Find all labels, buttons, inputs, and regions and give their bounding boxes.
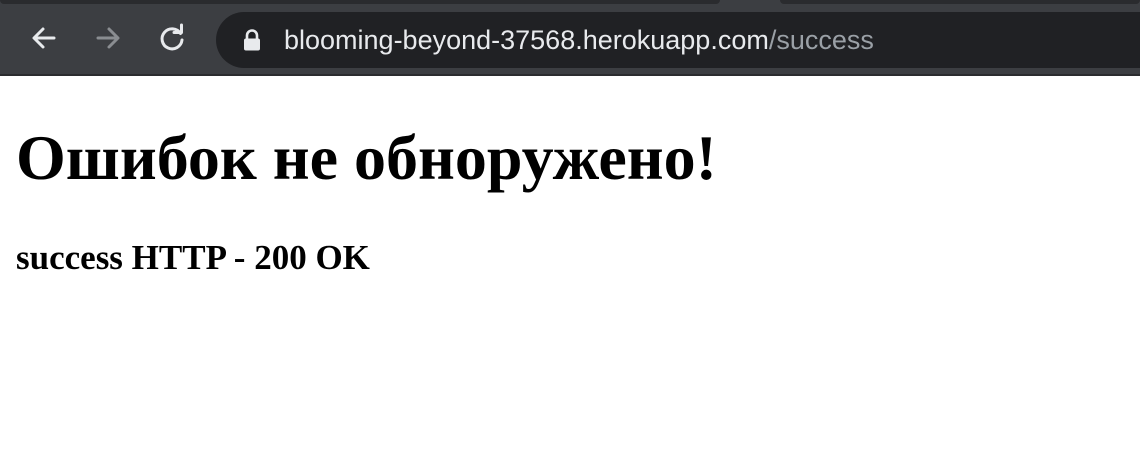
status-text: success HTTP - 200 OK [16, 238, 370, 277]
tab-strip-edge-right [780, 0, 1140, 4]
browser-toolbar: blooming-beyond-37568.herokuapp.com/succ… [0, 0, 1140, 76]
url-host: blooming-beyond-37568.herokuapp.com [284, 25, 769, 55]
reload-button[interactable] [152, 18, 192, 58]
lock-icon[interactable] [242, 29, 262, 51]
url-text[interactable]: blooming-beyond-37568.herokuapp.com/succ… [284, 12, 874, 68]
page-content: Ошибок не обноружено! success HTTP - 200… [0, 78, 1140, 450]
arrow-left-icon [32, 27, 56, 49]
arrow-right-icon [96, 27, 120, 49]
url-path: /success [768, 25, 874, 55]
address-bar[interactable]: blooming-beyond-37568.herokuapp.com/succ… [216, 12, 1140, 68]
tab-strip-edge [0, 0, 720, 4]
back-button[interactable] [24, 18, 64, 58]
page-heading: Ошибок не обноружено! [16, 122, 717, 193]
reload-icon [160, 23, 184, 51]
forward-button[interactable] [88, 18, 128, 58]
